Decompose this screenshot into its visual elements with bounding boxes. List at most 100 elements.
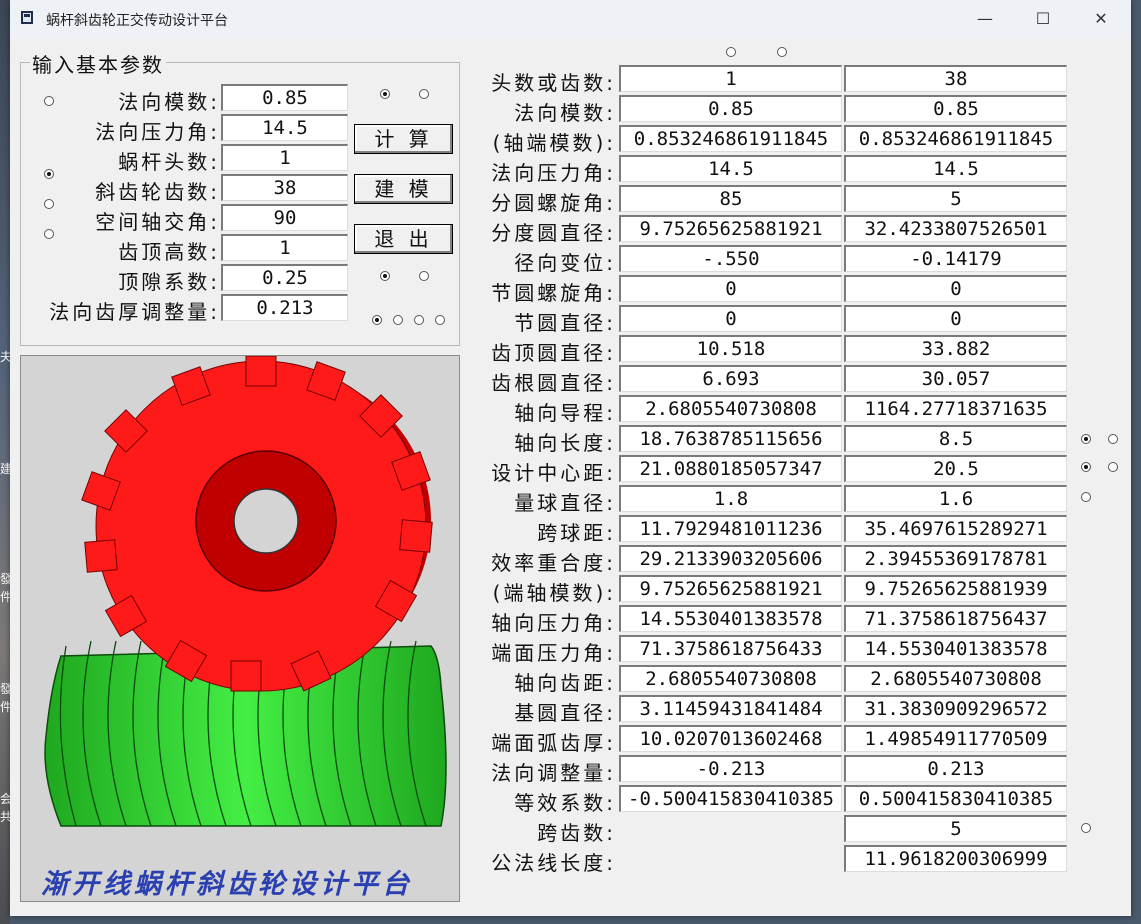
helical-gear: [81, 356, 433, 692]
radio-option[interactable]: [435, 315, 445, 325]
worm-result-field[interactable]: -0.500415830410385: [619, 785, 842, 812]
worm-result-field[interactable]: 10.518: [619, 335, 842, 362]
input-field[interactable]: 0.213: [221, 294, 348, 321]
worm-result-field[interactable]: 1: [619, 65, 842, 92]
result-label: 量球直径:: [514, 491, 616, 515]
result-label: 径向变位:: [514, 251, 616, 275]
gear-result-field[interactable]: 31.3830909296572: [844, 695, 1067, 722]
radio-option[interactable]: [44, 199, 54, 209]
gear-result-field[interactable]: 1164.27718371635: [844, 395, 1067, 422]
gear-result-field[interactable]: 14.5530401383578: [844, 635, 1067, 662]
input-label: 法向压力角:: [95, 120, 220, 144]
gear-result-field[interactable]: 8.5: [844, 425, 1067, 452]
radio-option[interactable]: [380, 271, 390, 281]
radio-option[interactable]: [1108, 462, 1118, 472]
input-field[interactable]: 1: [221, 234, 348, 261]
worm-result-field[interactable]: 85: [619, 185, 842, 212]
worm-result-field[interactable]: 2.6805540730808: [619, 395, 842, 422]
worm-result-field[interactable]: -0.213: [619, 755, 842, 782]
gear-result-field[interactable]: 71.3758618756437: [844, 605, 1067, 632]
worm-result-field[interactable]: 29.2133903205606: [619, 545, 842, 572]
worm-result-field[interactable]: 0: [619, 305, 842, 332]
gear-result-field[interactable]: 0: [844, 305, 1067, 332]
radio-option[interactable]: [1081, 434, 1091, 444]
worm-result-field[interactable]: 14.5: [619, 155, 842, 182]
gear-result-field[interactable]: 1.49854911770509: [844, 725, 1067, 752]
radio-option[interactable]: [380, 89, 390, 99]
title-bar[interactable]: 蜗杆斜齿轮正交传动设计平台 — ☐ ✕: [10, 0, 1131, 38]
result-label: 端面弧齿厚:: [491, 731, 616, 755]
gear-result-field[interactable]: 5: [844, 185, 1067, 212]
gear-result-field[interactable]: 14.5: [844, 155, 1067, 182]
worm-result-field[interactable]: 9.75265625881921: [619, 215, 842, 242]
worm-result-field[interactable]: 10.0207013602468: [619, 725, 842, 752]
gear-result-field[interactable]: 32.4233807526501: [844, 215, 1067, 242]
result-label: 等效系数:: [514, 791, 616, 815]
result-label: 轴向齿距:: [514, 671, 616, 695]
radio-option[interactable]: [393, 315, 403, 325]
worm-result-field[interactable]: 18.7638785115656: [619, 425, 842, 452]
gear-model-illustration: [44, 356, 447, 827]
worm-result-field[interactable]: 6.693: [619, 365, 842, 392]
gear-result-field[interactable]: 0.85: [844, 95, 1067, 122]
input-field[interactable]: 38: [221, 174, 348, 201]
radio-option[interactable]: [1081, 823, 1091, 833]
model-button[interactable]: 建 模: [354, 174, 453, 204]
app-window: 蜗杆斜齿轮正交传动设计平台 — ☐ ✕ 输入基本参数 法向模数: 0.85 法向压力…: [10, 0, 1131, 916]
worm-result-field[interactable]: 3.11459431841484: [619, 695, 842, 722]
worm-result-field[interactable]: -.550: [619, 245, 842, 272]
gear-result-field[interactable]: 0.853246861911845: [844, 125, 1067, 152]
window-title: 蜗杆斜齿轮正交传动设计平台: [46, 13, 228, 29]
worm-result-field[interactable]: 0: [619, 275, 842, 302]
gear-result-field[interactable]: 2.39455369178781: [844, 545, 1067, 572]
gear-result-field[interactable]: 1.6: [844, 485, 1067, 512]
gear-result-field[interactable]: 2.6805540730808: [844, 665, 1067, 692]
worm-result-field[interactable]: 71.3758618756433: [619, 635, 842, 662]
worm-result-field[interactable]: 2.6805540730808: [619, 665, 842, 692]
exit-button[interactable]: 退 出: [354, 224, 453, 254]
maximize-button[interactable]: ☐: [1031, 8, 1055, 30]
radio-option[interactable]: [44, 229, 54, 239]
gear-result-field[interactable]: 33.882: [844, 335, 1067, 362]
gear-result-field[interactable]: 30.057: [844, 365, 1067, 392]
gear-result-field[interactable]: 0: [844, 275, 1067, 302]
radio-option[interactable]: [726, 47, 736, 57]
radio-option[interactable]: [44, 169, 54, 179]
gear-result-field[interactable]: 5: [844, 815, 1067, 842]
radio-option[interactable]: [1081, 492, 1091, 502]
worm-result-field[interactable]: 21.0880185057347: [619, 455, 842, 482]
gear-result-field[interactable]: 20.5: [844, 455, 1067, 482]
radio-option[interactable]: [1108, 434, 1118, 444]
radio-option[interactable]: [1081, 462, 1091, 472]
worm-result-field[interactable]: 11.7929481011236: [619, 515, 842, 542]
input-field[interactable]: 14.5: [221, 114, 348, 141]
calculate-button[interactable]: 计 算: [354, 124, 453, 154]
input-field[interactable]: 90: [221, 204, 348, 231]
radio-option[interactable]: [414, 315, 424, 325]
input-field[interactable]: 1: [221, 144, 348, 171]
gear-result-field[interactable]: 0.213: [844, 755, 1067, 782]
radio-option[interactable]: [372, 315, 382, 325]
radio-option[interactable]: [777, 47, 787, 57]
gear-result-field[interactable]: 0.500415830410385: [844, 785, 1067, 812]
result-label: (轴端模数):: [492, 131, 616, 155]
radio-option[interactable]: [44, 96, 54, 106]
worm-result-field[interactable]: 0.853246861911845: [619, 125, 842, 152]
input-field[interactable]: 0.25: [221, 264, 348, 291]
gear-result-field[interactable]: 9.75265625881939: [844, 575, 1067, 602]
result-label: 齿根圆直径:: [491, 371, 616, 395]
input-field[interactable]: 0.85: [221, 84, 348, 111]
worm-result-field[interactable]: 0.85: [619, 95, 842, 122]
radio-option[interactable]: [419, 89, 429, 99]
gear-result-field[interactable]: 11.9618200306999: [844, 845, 1067, 872]
minimize-button[interactable]: —: [973, 8, 997, 30]
gear-result-field[interactable]: 38: [844, 65, 1067, 92]
gear-result-field[interactable]: 35.4697615289271: [844, 515, 1067, 542]
gear-result-field[interactable]: -0.14179: [844, 245, 1067, 272]
result-label: (端轴模数):: [492, 581, 616, 605]
worm-result-field[interactable]: 1.8: [619, 485, 842, 512]
worm-result-field[interactable]: 9.75265625881921: [619, 575, 842, 602]
radio-option[interactable]: [419, 271, 429, 281]
close-button[interactable]: ✕: [1089, 8, 1113, 30]
worm-result-field[interactable]: 14.5530401383578: [619, 605, 842, 632]
